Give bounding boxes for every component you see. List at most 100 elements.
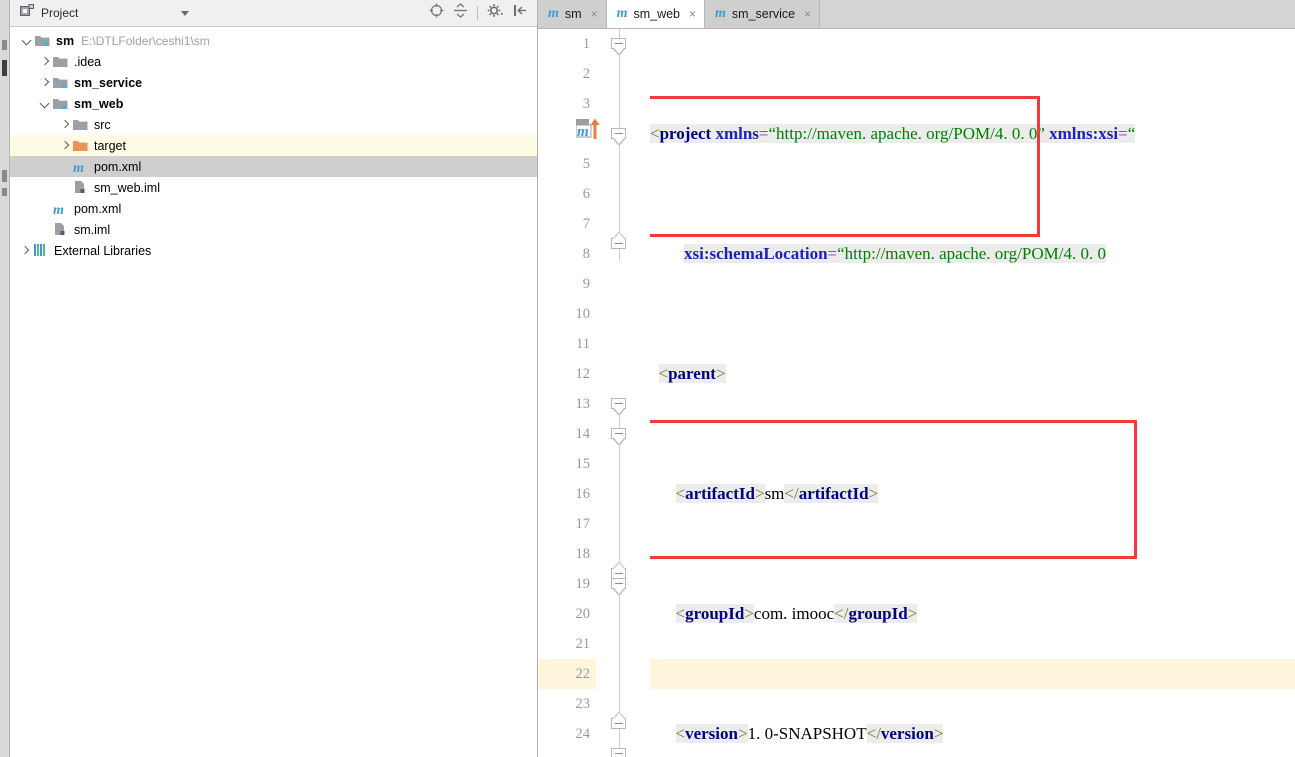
module-folder-icon (52, 75, 69, 91)
code-line-1[interactable]: <project xmlns=“http://maven. apache. or… (650, 119, 1295, 149)
code-content[interactable]: <project xmlns=“http://maven. apache. or… (650, 29, 1295, 757)
line-number: 6 (582, 185, 590, 202)
module-folder-icon (34, 33, 51, 49)
ide-window: Project sm E:\DTLFolder\ceshi1\sm .idea … (0, 0, 1295, 757)
iml-file-icon (72, 180, 89, 196)
tree-row[interactable]: sm_web.iml (10, 177, 537, 198)
project-panel-header: Project (10, 0, 537, 27)
code-folding-column[interactable] (608, 29, 650, 757)
line-number: 17 (575, 515, 591, 532)
fold-marker-open[interactable] (611, 748, 628, 757)
module-folder-icon (52, 96, 69, 112)
close-icon[interactable]: × (689, 8, 696, 20)
line-number: 10 (575, 305, 591, 322)
code-editor[interactable]: <project xmlns=“http://maven. apache. or… (650, 29, 1295, 757)
fold-marker-open[interactable] (611, 398, 628, 414)
code-line-3[interactable]: <parent> (650, 359, 1295, 389)
chevron-right-icon[interactable] (38, 55, 51, 68)
editor-tab-sm-web[interactable]: m sm_web × (606, 0, 706, 28)
line-number: 3 (582, 95, 590, 112)
code-line-6[interactable]: <version>1. 0-SNAPSHOT</version> (650, 719, 1295, 749)
locate-target-icon[interactable] (429, 3, 444, 23)
folder-icon (72, 117, 89, 133)
tree-row[interactable]: sm_service (10, 72, 537, 93)
line-number: 23 (575, 695, 591, 712)
project-tree[interactable]: sm E:\DTLFolder\ceshi1\sm .idea sm_servi… (10, 27, 537, 757)
hide-panel-icon[interactable] (513, 3, 527, 23)
tree-item-label: .idea (74, 54, 102, 69)
maven-pom-icon: m (616, 6, 628, 21)
svg-text:m: m (577, 124, 589, 140)
project-tool-window: Project sm E:\DTLFolder\ceshi1\sm .idea … (10, 0, 538, 757)
chevron-down-icon[interactable] (20, 34, 33, 47)
tree-row[interactable]: sm_web (10, 93, 537, 114)
code-line-4[interactable]: <artifactId>sm</artifactId> (650, 479, 1295, 509)
tree-item-label: sm (56, 33, 75, 48)
fold-marker-close[interactable] (611, 233, 628, 250)
fold-marker-open[interactable] (611, 128, 628, 144)
close-icon[interactable]: × (591, 8, 598, 20)
tree-row[interactable]: m pom.xml (10, 198, 537, 219)
chevron-right-icon[interactable] (18, 244, 31, 257)
maven-pom-icon: m (715, 6, 726, 21)
line-number: 16 (575, 485, 591, 502)
tree-row[interactable]: .idea (10, 51, 537, 72)
line-number: 11 (576, 335, 590, 352)
fold-marker-open[interactable] (611, 578, 628, 594)
code-line-5[interactable]: <groupId>com. imooc</groupId> (650, 599, 1295, 629)
line-number: 14 (575, 425, 591, 442)
chevron-right-icon[interactable] (38, 76, 51, 89)
fold-marker-close[interactable] (611, 713, 628, 730)
tree-item-label: External Libraries (54, 243, 152, 258)
iml-file-icon (52, 222, 69, 238)
chevron-down-icon[interactable] (181, 10, 190, 16)
tab-label: sm_web (633, 7, 681, 21)
strip-mark (2, 60, 7, 76)
maven-pom-icon: m (72, 159, 89, 176)
code-line-2[interactable]: xsi:schemaLocation=“http://maven. apache… (650, 239, 1295, 269)
tree-item-label: sm_web (74, 96, 124, 111)
strip-mark (2, 40, 7, 50)
settings-gear-icon[interactable] (487, 3, 504, 23)
tab-bar-filler (820, 0, 1295, 28)
tree-row[interactable]: External Libraries (10, 240, 537, 261)
chevron-down-icon[interactable] (38, 97, 51, 110)
line-number: 5 (582, 155, 590, 172)
line-number: 22 (538, 659, 596, 689)
close-icon[interactable]: × (804, 8, 811, 20)
project-view-icon (20, 3, 34, 23)
fold-marker-open[interactable] (611, 38, 628, 54)
editor-area: m sm × m sm_web × m sm_service × 1 2 3 5… (538, 0, 1295, 757)
chevron-right-icon[interactable] (58, 139, 71, 152)
line-number: 20 (575, 605, 591, 622)
collapse-all-icon[interactable] (453, 3, 468, 23)
line-number: 24 (575, 725, 591, 742)
tree-row[interactable]: sm.iml (10, 219, 537, 240)
tree-item-label: target (94, 138, 126, 153)
chevron-right-icon[interactable] (58, 118, 71, 131)
editor-tab-sm-service[interactable]: m sm_service × (705, 0, 821, 28)
svg-text:m: m (53, 203, 64, 217)
fold-marker-open[interactable] (611, 428, 628, 444)
tree-item-label: sm.iml (74, 222, 111, 237)
tree-row[interactable]: sm E:\DTLFolder\ceshi1\sm (10, 30, 537, 51)
line-number: 1 (582, 35, 590, 52)
maven-pom-icon: m (548, 6, 559, 21)
editor-gutter[interactable]: 1 2 3 4 5 6 7 8 9 10 11 12 13 14 15 16 1 (538, 29, 650, 757)
line-number: 18 (575, 545, 591, 562)
tree-row[interactable]: m pom.xml (10, 156, 537, 177)
tree-row[interactable]: src (10, 114, 537, 135)
tree-row[interactable]: target (10, 135, 537, 156)
tree-item-label: pom.xml (74, 201, 122, 216)
line-number: 13 (575, 395, 591, 412)
strip-mark (2, 188, 7, 196)
editor-tab-sm[interactable]: m sm × (538, 0, 607, 28)
strip-mark (2, 170, 7, 182)
folder-icon (52, 54, 69, 70)
tree-item-path: E:\DTLFolder\ceshi1\sm (81, 33, 210, 48)
tree-item-label: sm_service (74, 75, 143, 90)
external-libraries-icon (32, 243, 49, 259)
tool-window-strip[interactable] (0, 0, 10, 757)
maven-import-changes-icon[interactable]: m (575, 117, 602, 141)
toolbar-divider (477, 6, 478, 20)
